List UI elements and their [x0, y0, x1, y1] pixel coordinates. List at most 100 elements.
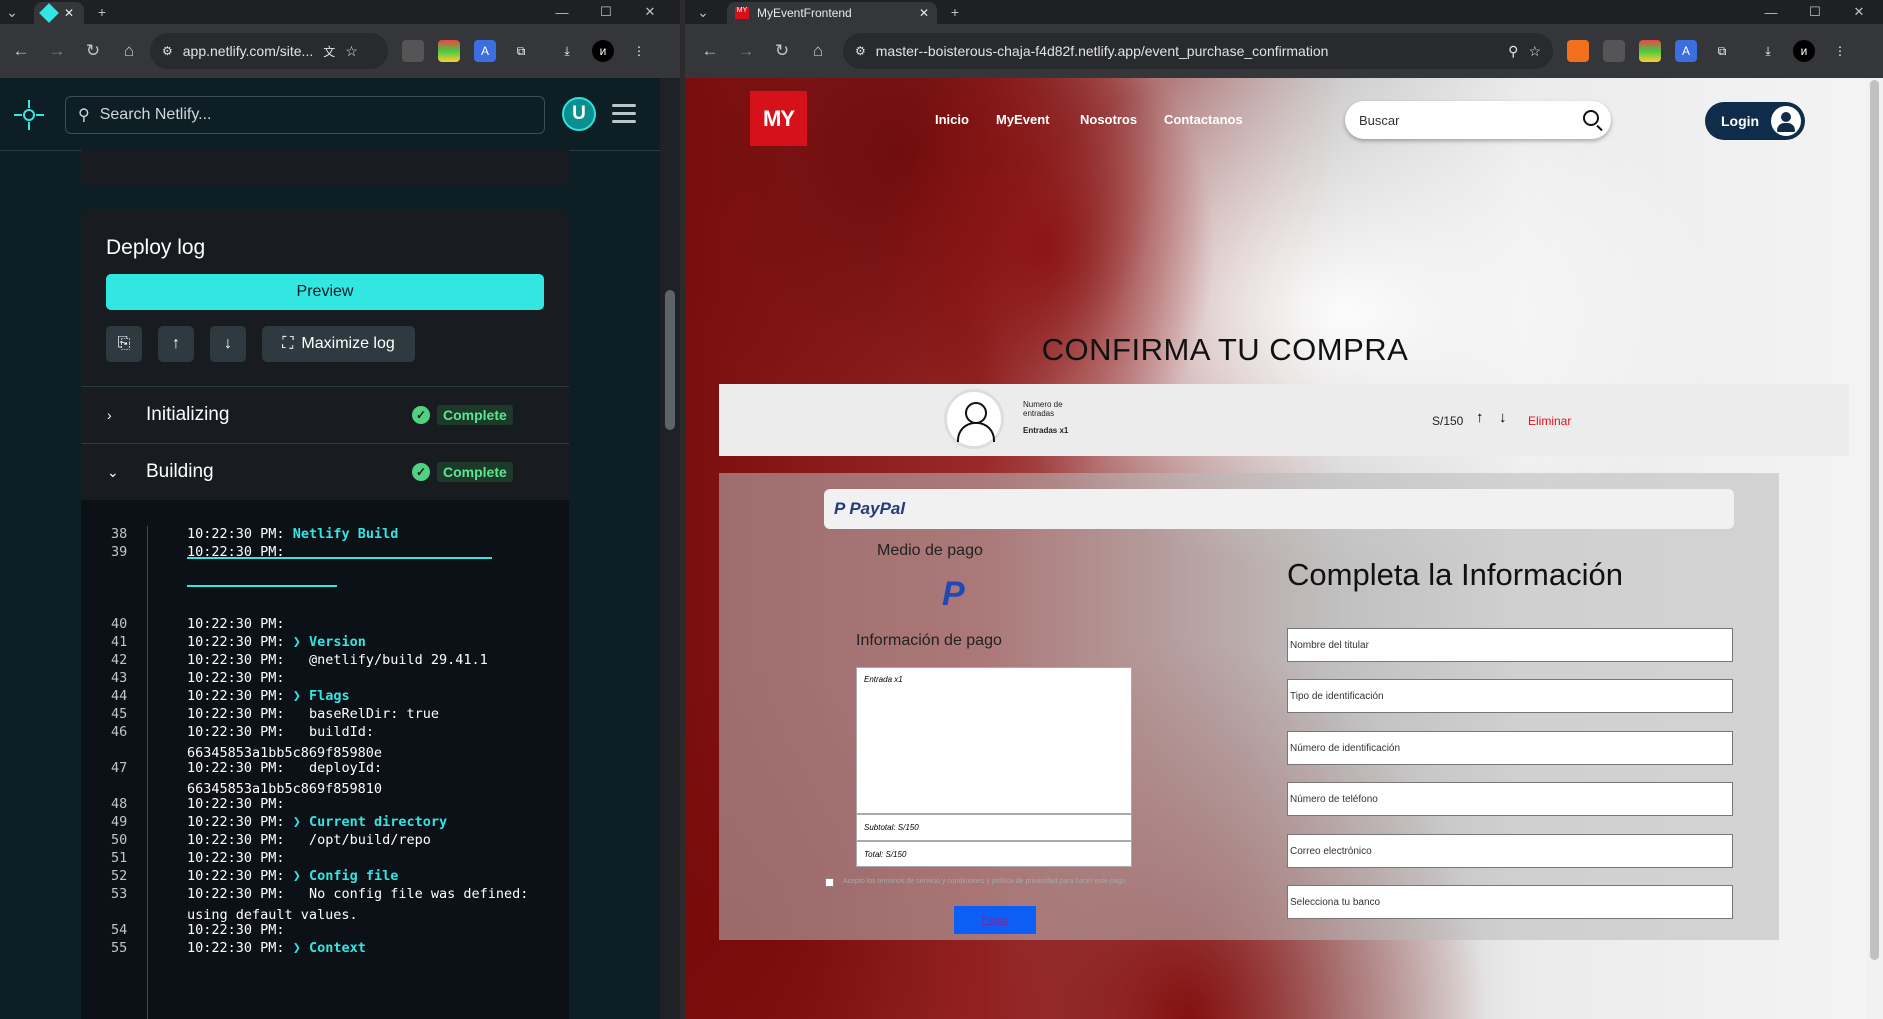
copy-log-icon[interactable]: ⎘ [106, 326, 142, 362]
new-tab-icon[interactable]: + [945, 3, 965, 21]
tab-search-icon[interactable]: ⌄ [693, 3, 713, 21]
hamburger-menu-icon[interactable] [612, 104, 636, 124]
address-text: app.netlify.com/site... [182, 43, 314, 59]
site-info-icon[interactable]: ⚙ [162, 44, 173, 58]
bookmark-star-icon[interactable]: ☆ [345, 43, 358, 60]
maximize-icon[interactable]: ☐ [1793, 0, 1837, 24]
tab-netlify[interactable]: ✕ [34, 2, 84, 24]
reload-icon[interactable]: ↻ [78, 36, 108, 66]
phone-field[interactable]: Número de teléfono [1287, 782, 1733, 816]
section-initializing[interactable]: › Initializing ✓ Complete [81, 386, 569, 443]
forward-icon[interactable]: → [731, 36, 761, 66]
cart-row: Numero de entradas Entradas x1 S/150 ↑ ↓… [719, 384, 1849, 456]
profile-extension-icon[interactable]: ᴎ [592, 40, 614, 62]
address-bar[interactable]: ⚙ master--boisterous-chaja-f4d82f.netlif… [843, 33, 1553, 69]
netlify-search-input[interactable]: ⚲ Search Netlify... [65, 96, 545, 134]
chevron-right-icon: › [107, 407, 112, 423]
puzzle-extensions-icon[interactable]: ⧉ [1711, 40, 1733, 62]
decrease-arrow-icon[interactable]: ↓ [1499, 409, 1507, 426]
close-window-icon[interactable]: ✕ [1837, 0, 1881, 24]
terms-checkbox[interactable] [825, 878, 834, 887]
subtotal-text: Subtotal: S/150 [864, 823, 919, 832]
color-extension-icon[interactable] [438, 40, 460, 62]
login-button[interactable]: Login [1705, 102, 1805, 140]
menu-dots-icon[interactable]: ⋮ [628, 40, 650, 62]
translate-extension-icon[interactable]: A [1675, 40, 1697, 62]
user-avatar[interactable]: U [562, 97, 596, 131]
log-time: 10:22:30 PM: [187, 670, 285, 686]
extension-icon[interactable] [402, 40, 424, 62]
site-info-icon[interactable]: ⚙ [855, 44, 866, 58]
close-window-icon[interactable]: ✕ [628, 0, 672, 24]
myevent-logo[interactable]: MY [750, 91, 807, 146]
preview-button[interactable]: Preview [106, 274, 544, 310]
extension-icon[interactable] [1603, 40, 1625, 62]
netlify-logo-icon[interactable] [12, 98, 46, 132]
maximize-icon[interactable]: ☐ [584, 0, 628, 24]
maximize-log-button[interactable]: ⛶ Maximize log [262, 326, 415, 362]
menu-dots-icon[interactable]: ⋮ [1829, 40, 1851, 62]
forward-icon[interactable]: → [42, 36, 72, 66]
id-number-field[interactable]: Número de identificación [1287, 731, 1733, 765]
paypal-option[interactable]: P PayPal [824, 489, 1734, 529]
nav-myevent[interactable]: MyEvent [996, 112, 1049, 127]
home-icon[interactable]: ⌂ [114, 36, 144, 66]
translate-icon[interactable]: 文 [323, 43, 335, 60]
bank-select[interactable]: Selecciona tu banco [1287, 885, 1733, 919]
puzzle-extensions-icon[interactable]: ⧉ [510, 40, 532, 62]
reload-icon[interactable]: ↻ [767, 36, 797, 66]
nav-contactanos[interactable]: Contactanos [1164, 112, 1243, 127]
total-text: Total: S/150 [864, 850, 907, 859]
log-separator [187, 557, 492, 559]
zoom-icon[interactable]: ⚲ [1508, 43, 1518, 60]
qty-label: Numero de entradas [1023, 400, 1063, 418]
address-bar[interactable]: ⚙ app.netlify.com/site... 文 ☆ [150, 33, 388, 69]
line-number: 39 [111, 544, 128, 560]
profile-extension-icon[interactable]: ᴎ [1793, 40, 1815, 62]
home-icon[interactable]: ⌂ [803, 36, 833, 66]
back-icon[interactable]: ← [695, 36, 725, 66]
paypal-logo-icon: P [834, 499, 846, 518]
paypal-label: PayPal [849, 499, 906, 518]
log-message: @netlify/build 29.41.1 [292, 652, 488, 668]
medio-de-pago-label: Medio de pago [877, 542, 983, 559]
browser-toolbar: ← → ↻ ⌂ ⚙ app.netlify.com/site... 文 ☆ A … [0, 24, 680, 78]
translate-extension-icon[interactable]: A [474, 40, 496, 62]
left-scrollbar[interactable] [660, 78, 680, 1019]
log-time: 10:22:30 PM: [187, 868, 285, 884]
log-time: 10:22:30 PM: [187, 706, 285, 722]
color-extension-icon[interactable] [1639, 40, 1661, 62]
email-field[interactable]: Correo electrónico [1287, 834, 1733, 868]
pay-button[interactable]: Pagar [954, 906, 1036, 934]
search-icon[interactable] [1583, 110, 1599, 126]
download-icon[interactable]: ⤓ [1757, 40, 1779, 62]
site-search-input[interactable]: Buscar [1345, 101, 1611, 139]
increase-arrow-icon[interactable]: ↑ [1476, 409, 1484, 426]
right-scrollbar[interactable] [1866, 78, 1883, 1019]
nav-inicio[interactable]: Inicio [935, 112, 969, 127]
order-summary-box: Entrada x1 [856, 667, 1132, 814]
nav-nosotros[interactable]: Nosotros [1080, 112, 1137, 127]
minimize-icon[interactable]: — [540, 0, 584, 24]
tab-myevent[interactable]: MY MyEventFrontend ✕ [727, 2, 937, 24]
section-building[interactable]: ⌄ Building ✓ Complete [81, 443, 569, 500]
browser-toolbar: ← → ↻ ⌂ ⚙ master--boisterous-chaja-f4d82… [685, 24, 1883, 78]
terms-text: Acepto los términos de servicio y condic… [843, 878, 1126, 885]
holder-name-field[interactable]: Nombre del titular [1287, 628, 1733, 662]
bookmark-star-icon[interactable]: ☆ [1528, 43, 1541, 60]
total-row: Total: S/150 [856, 841, 1132, 867]
extension-icon[interactable] [1567, 40, 1589, 62]
tab-search-icon[interactable]: ⌄ [2, 3, 22, 21]
id-type-field[interactable]: Tipo de identificación [1287, 679, 1733, 713]
tab-close-icon[interactable]: ✕ [919, 6, 929, 20]
tab-close-icon[interactable]: ✕ [64, 6, 74, 20]
download-icon[interactable]: ⤓ [556, 40, 578, 62]
new-tab-icon[interactable]: + [92, 3, 112, 21]
back-icon[interactable]: ← [6, 36, 36, 66]
minimize-icon[interactable]: — [1749, 0, 1793, 24]
scroll-up-icon[interactable]: ↑ [158, 326, 194, 362]
log-gutter-line [147, 526, 148, 1019]
log-output: 38 10:22:30 PM: Netlify Build 39 10:22:30 P… [81, 500, 569, 1019]
remove-link[interactable]: Eliminar [1528, 414, 1571, 428]
scroll-down-icon[interactable]: ↓ [210, 326, 246, 362]
